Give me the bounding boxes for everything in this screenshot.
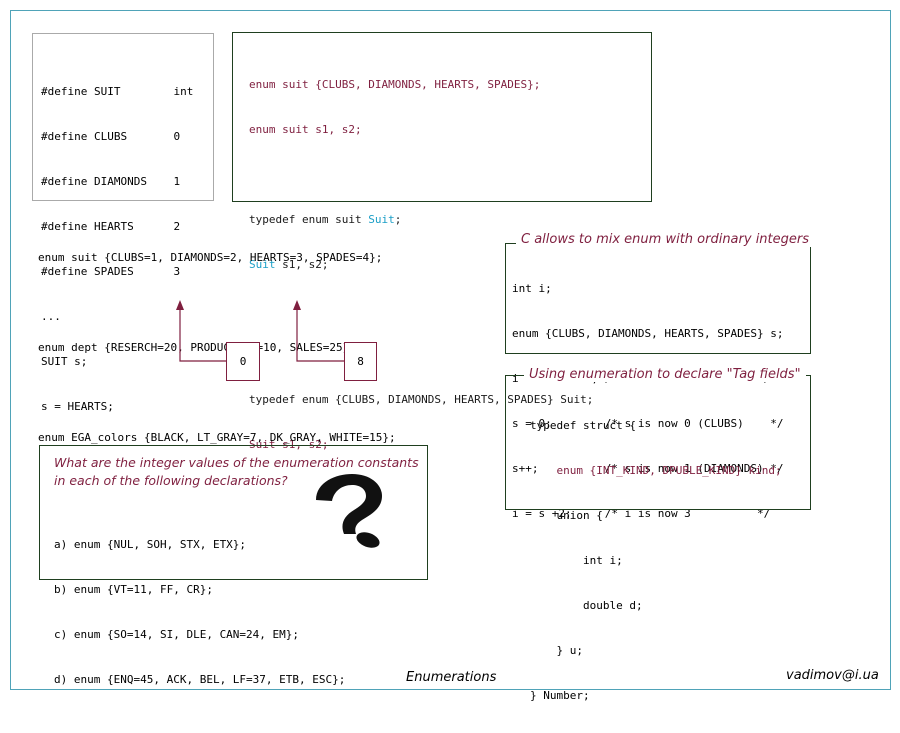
tag-fields-box: typedef struct { enum {INT_KIND, DPUBLE_… — [505, 375, 811, 702]
arrowhead-icon — [176, 300, 184, 310]
author-email: vadimov@i.ua — [786, 668, 879, 683]
question-mark-icon — [316, 474, 382, 548]
question-box: What are the integer values of the enume… — [39, 445, 428, 686]
arrow-dkgray — [296, 306, 344, 362]
code-line: double d; — [530, 599, 643, 612]
question-item: b) enum {VT=11, FF, CR}; — [54, 583, 213, 596]
code-line: typedef struct { — [530, 419, 636, 432]
code-line: enum {CLUBS, DIAMONDS, HEARTS, SPADES} s… — [512, 327, 784, 340]
question-item: d) enum {ENQ=45, ACK, BEL, LF=37, ETB, E… — [54, 673, 346, 686]
code-line: } u; — [530, 644, 583, 657]
value-box-black: 0 — [226, 342, 260, 381]
arrowhead-icon — [293, 300, 301, 310]
code-line: int i; — [530, 554, 623, 567]
slide-title: Enumerations — [406, 670, 497, 685]
tag-box-caption: Using enumeration to declare "Tag fields… — [524, 367, 806, 382]
mix-enum-box: int i; enum {CLUBS, DIAMONDS, HEARTS, SP… — [505, 243, 811, 520]
question-line: What are the integer values of the enume… — [54, 455, 419, 470]
value-box-dkgray: 8 — [344, 342, 377, 381]
code-line: int i; — [512, 282, 552, 295]
code-line: enum {INT_KIND, DPUBLE_KIND} kind; — [530, 464, 782, 477]
question-item: c) enum {SO=14, SI, DLE, CAN=24, EM}; — [54, 628, 300, 641]
code-line: union { — [530, 509, 603, 522]
code-line: } Number; — [530, 689, 590, 702]
mix-box-caption: C allows to mix enum with ordinary integ… — [516, 232, 815, 247]
arrow-black — [179, 306, 226, 362]
question-item: a) enum {NUL, SOH, STX, ETX}; — [54, 538, 247, 551]
